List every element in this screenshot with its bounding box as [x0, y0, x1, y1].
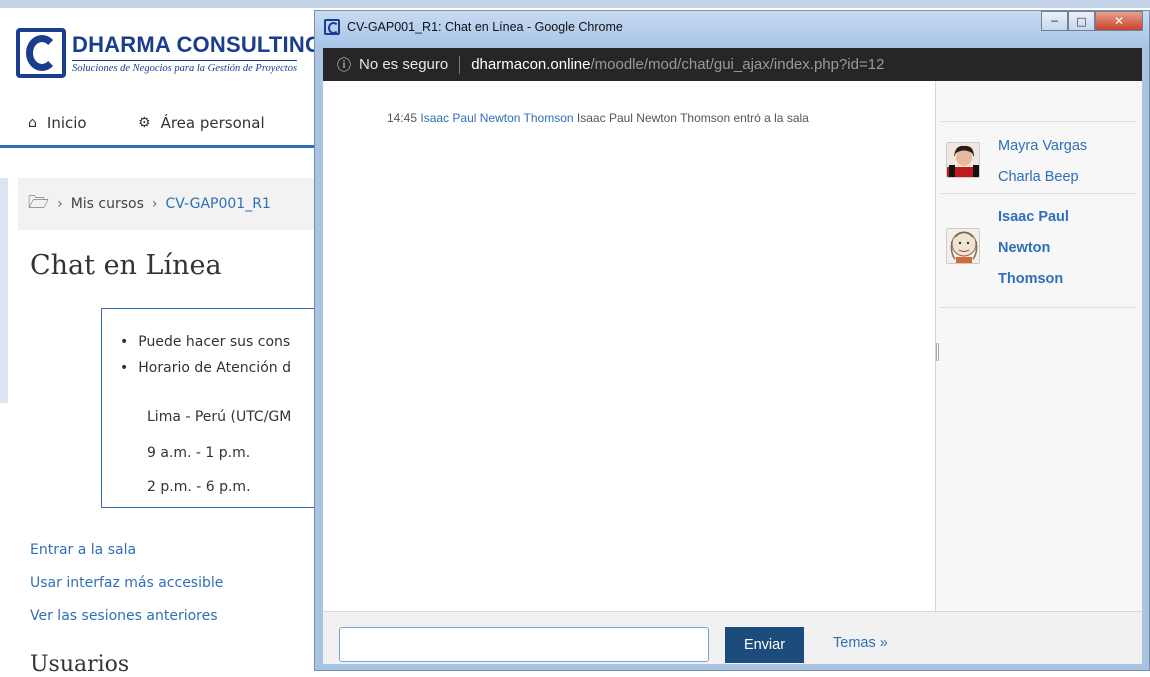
enter-room-link[interactable]: Entrar a la sala [30, 542, 136, 558]
message-time: 14:45 [387, 111, 418, 125]
site-favicon-icon [324, 19, 340, 35]
info-line: Lima - Perú (UTC/GM [147, 409, 292, 425]
url-path: /moodle/mod/chat/gui_ajax/index.php?id=1… [590, 56, 885, 73]
logo-title: DHARMA CONSULTING [72, 32, 323, 57]
home-icon: ⌂ [28, 115, 37, 131]
info-bullet: Horario de Atención d [120, 360, 291, 376]
section-heading: Usuarios [30, 652, 130, 677]
info-box: Puede hacer sus cons Horario de Atención… [101, 308, 341, 508]
dashboard-icon: ⚙ [138, 115, 151, 131]
user-name-line[interactable]: Thomson [998, 264, 1063, 295]
breadcrumb-item-course[interactable]: CV-GAP001_R1 [166, 196, 271, 212]
close-button[interactable]: ✕ [1095, 11, 1143, 31]
nav-item-label: Área personal [160, 114, 265, 132]
user-name-line[interactable]: Newton [998, 233, 1050, 264]
nav-item-label: Inicio [46, 114, 87, 132]
avatar [946, 142, 980, 178]
url-host: dharmacon.online [471, 56, 591, 73]
user-list-item[interactable]: Isaac Paul Newton Thomson [940, 193, 1136, 308]
top-strip [0, 0, 1150, 8]
message-input[interactable] [339, 627, 709, 662]
accessible-interface-link[interactable]: Usar interfaz más accesible [30, 575, 223, 591]
breadcrumb-item-mis-cursos[interactable]: Mis cursos [71, 196, 144, 212]
message-user[interactable]: Isaac Paul Newton Thomson [420, 111, 573, 125]
message-text: Isaac Paul Newton Thomson entró a la sal… [576, 111, 809, 125]
chat-popup-window: CV-GAP001_R1: Chat en Línea - Google Chr… [314, 10, 1150, 671]
security-label[interactable]: No es seguro [359, 56, 448, 73]
maximize-button[interactable]: □ [1068, 11, 1095, 31]
minimize-button[interactable]: ─ [1041, 11, 1068, 31]
logo-subtitle: Soluciones de Negocios para la Gestión d… [72, 60, 298, 74]
logo-mark-icon [16, 28, 66, 78]
info-bullets: Puede hacer sus cons Horario de Atención… [120, 334, 291, 386]
breadcrumb: 🗁 › Mis cursos › CV-GAP001_R1 [18, 178, 330, 230]
chat-message: 14:45 Isaac Paul Newton Thomson Isaac Pa… [387, 111, 809, 125]
window-titlebar[interactable]: CV-GAP001_R1: Chat en Línea - Google Chr… [315, 11, 1149, 45]
info-line: 2 p.m. - 6 p.m. [147, 479, 251, 495]
user-list-item[interactable]: Mayra Vargas Charla Beep [940, 121, 1136, 203]
site-logo[interactable]: DHARMA CONSULTING Soluciones de Negocios… [16, 28, 346, 78]
page-title: Chat en Línea [30, 250, 222, 281]
nav-item-inicio[interactable]: ⌂ Inicio [28, 114, 87, 132]
info-bullet: Puede hacer sus cons [120, 334, 291, 350]
info-line: 9 a.m. - 1 p.m. [147, 445, 251, 461]
folder-icon[interactable]: 🗁 [28, 190, 49, 219]
breadcrumb-separator: › [57, 196, 63, 212]
user-name[interactable]: Mayra Vargas [998, 131, 1087, 162]
window-controls: ─ □ ✕ [1041, 11, 1143, 33]
past-sessions-link[interactable]: Ver las sesiones anteriores [30, 608, 218, 624]
chat-input-bar: Enviar Temas » [323, 611, 1142, 664]
nav-item-area-personal[interactable]: ⚙ Área personal [138, 114, 265, 132]
user-name-line[interactable]: Charla Beep [998, 162, 1079, 193]
resize-handle[interactable] [936, 343, 939, 361]
window-title: CV-GAP001_R1: Chat en Línea - Google Chr… [347, 20, 623, 34]
message-list: 14:45 Isaac Paul Newton Thomson Isaac Pa… [323, 81, 935, 611]
send-button[interactable]: Enviar [725, 627, 804, 663]
info-icon[interactable]: ⓘ [337, 55, 351, 75]
address-bar[interactable]: ⓘ No es seguro dharmacon.online/moodle/m… [323, 48, 1142, 81]
left-accent-bar [0, 178, 8, 403]
chat-content: 14:45 Isaac Paul Newton Thomson Isaac Pa… [323, 81, 1142, 664]
window-bottom-border [315, 664, 1149, 670]
avatar [946, 228, 980, 264]
user-name[interactable]: Isaac Paul [998, 202, 1069, 233]
themes-link[interactable]: Temas » [833, 635, 888, 651]
main-nav: ⌂ Inicio ⚙ Área personal [0, 100, 330, 148]
breadcrumb-separator: › [151, 196, 158, 212]
address-divider [459, 55, 461, 74]
